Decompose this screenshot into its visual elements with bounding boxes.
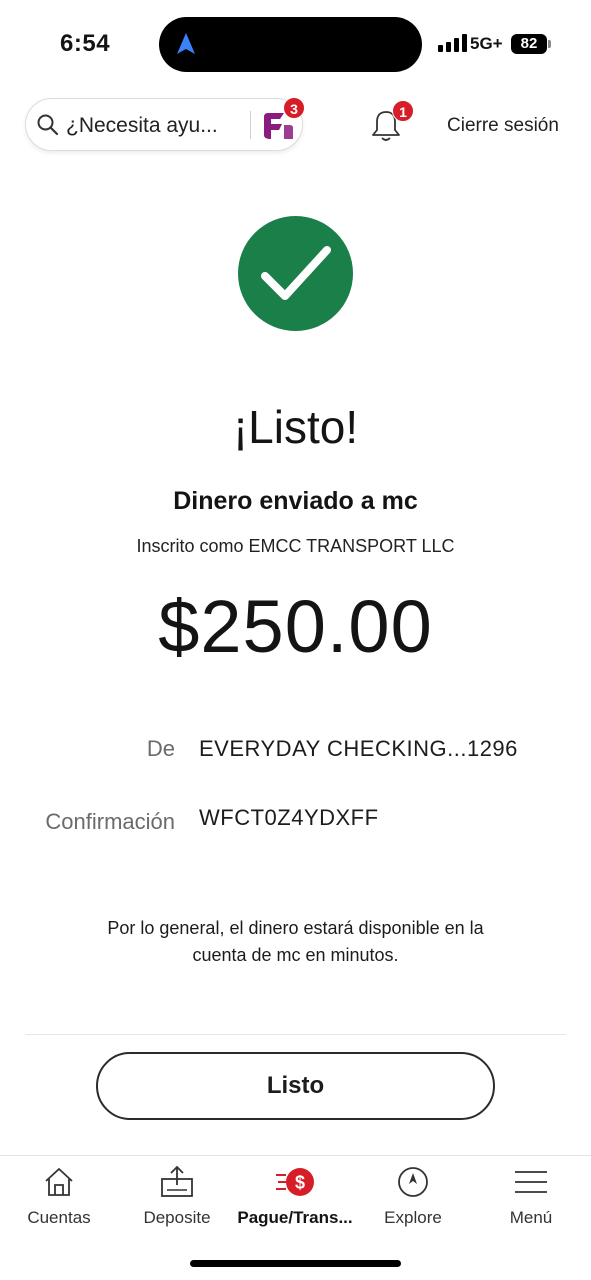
from-label: De	[146, 736, 175, 761]
success-check-icon	[238, 216, 353, 331]
from-account-value: EVERYDAY CHECKING...1296	[199, 736, 518, 761]
notification-badge: 1	[392, 100, 414, 122]
checkmark-icon	[261, 246, 331, 300]
nav-item-pay-transfer[interactable]: $ Pague/Trans...	[236, 1156, 354, 1236]
battery-icon: 82	[511, 34, 547, 54]
help-divider	[250, 111, 251, 139]
nav-item-accounts[interactable]: Cuentas	[0, 1156, 118, 1236]
enrolled-as-text: Inscrito como EMCC TRANSPORT LLC	[136, 536, 455, 556]
compass-icon	[398, 1167, 428, 1197]
nav-item-deposit[interactable]: Deposite	[118, 1156, 236, 1236]
availability-note: Por lo general, el dinero estará disponi…	[107, 918, 484, 965]
status-time: 6:54	[60, 30, 111, 57]
nav-label-pay-transfer: Pague/Trans...	[237, 1208, 353, 1227]
nav-label-explore: Explore	[384, 1208, 442, 1227]
home-icon	[45, 1168, 73, 1196]
home-indicator	[190, 1260, 401, 1267]
nav-label-menu: Menú	[509, 1208, 553, 1227]
top-header: ¿Necesita ayu... 3 1 Cierre sesión	[0, 95, 591, 155]
help-badge: 3	[283, 97, 305, 119]
search-icon	[37, 114, 59, 136]
nav-label-deposit: Deposite	[143, 1208, 211, 1227]
confirmation-number: WFCT0Z4YDXFF	[199, 805, 379, 830]
deposit-icon	[161, 1165, 193, 1197]
svg-text:$: $	[295, 1173, 305, 1193]
status-bar: 6:54 5G+ 82	[0, 0, 591, 90]
done-button[interactable]: Listo	[96, 1052, 495, 1120]
recipient-subtitle: Dinero enviado a mc	[173, 487, 418, 515]
location-arrow-icon	[177, 33, 195, 54]
signout-link[interactable]: Cierre sesión	[447, 115, 559, 137]
cellular-signal-icon	[438, 34, 467, 52]
help-search-box[interactable]: ¿Necesita ayu... 3	[25, 97, 305, 151]
nav-label-accounts: Cuentas	[27, 1208, 91, 1227]
battery-cap	[548, 40, 551, 48]
nav-item-explore[interactable]: Explore	[354, 1156, 472, 1236]
confirmation-label: Confirmación	[45, 809, 175, 834]
section-divider	[25, 1034, 566, 1035]
network-type: 5G+	[470, 34, 503, 53]
help-search-placeholder: ¿Necesita ayu...	[66, 114, 218, 137]
transfer-amount: $250.00	[158, 585, 433, 668]
nav-item-menu[interactable]: Menú	[472, 1156, 590, 1236]
pay-transfer-icon: $	[276, 1168, 314, 1196]
dynamic-island	[159, 17, 422, 72]
menu-icon	[515, 1171, 547, 1193]
success-title: ¡Listo!	[232, 401, 359, 453]
